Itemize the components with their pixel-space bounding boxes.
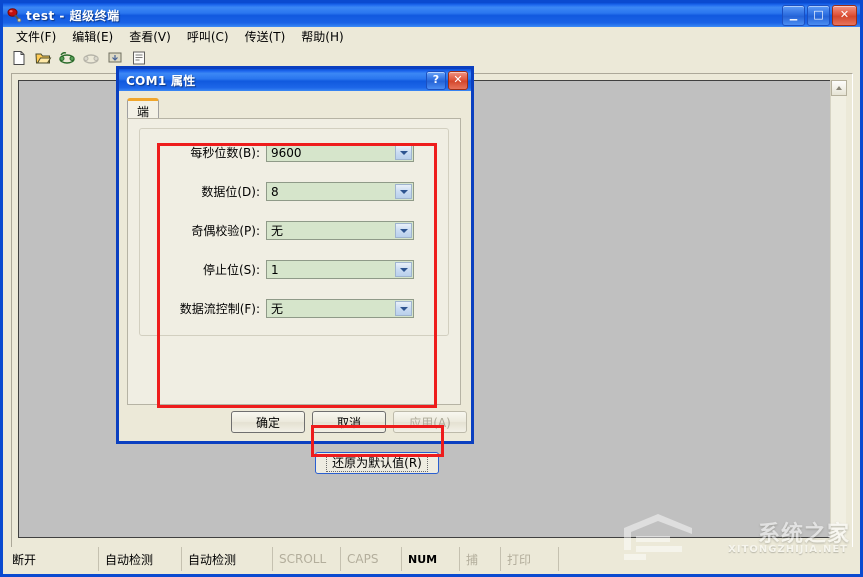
status-caps: CAPS	[341, 547, 402, 571]
terminal-vertical-scrollbar[interactable]	[830, 80, 847, 538]
label-parity: 奇偶校验(P):	[191, 224, 260, 238]
dialog-button-row: 确定 取消 应用(A)	[119, 411, 471, 433]
status-spacer	[559, 547, 857, 571]
window-title: test - 超级终端	[26, 8, 120, 23]
value-data-bits: 8	[271, 184, 279, 199]
combo-flow-control[interactable]: 无	[266, 299, 414, 318]
label-stop-bits: 停止位(S):	[202, 263, 260, 277]
status-scroll: SCROLL	[273, 547, 341, 571]
window-controls: _ □ ✕	[782, 5, 857, 26]
field-data-bits: 数据位(D): 8	[150, 182, 414, 201]
new-document-icon[interactable]	[8, 48, 30, 69]
status-autodetect-1: 自动检测	[99, 547, 182, 571]
com1-properties-dialog: COM1 属性 ? ✕ 端口设置 每秒位	[116, 66, 474, 474]
chevron-down-icon[interactable]	[395, 223, 412, 238]
open-folder-icon[interactable]	[32, 48, 54, 69]
menu-transfer[interactable]: 传送(T)	[238, 26, 295, 47]
help-icon: ?	[432, 73, 440, 86]
chevron-down-icon[interactable]	[395, 262, 412, 277]
dialog-close-button[interactable]: ✕	[448, 71, 468, 90]
combo-data-bits[interactable]: 8	[266, 182, 414, 201]
menu-file[interactable]: 文件(F)	[9, 26, 65, 47]
restore-defaults-label: 还原为默认值(R)	[326, 454, 428, 472]
cancel-button[interactable]: 取消	[312, 411, 386, 433]
dialog-body: 端口设置 每秒位数(B): 9600 数据位(D):	[119, 91, 471, 474]
chevron-down-icon[interactable]	[395, 301, 412, 316]
hyperterminal-window: test - 超级终端 _ □ ✕ 文件(F) 编辑(E) 查看(V) 呼叫(C…	[0, 0, 863, 577]
status-print: 打印	[501, 547, 559, 571]
minimize-button[interactable]: _	[782, 5, 805, 26]
status-autodetect-2: 自动检测	[182, 547, 273, 571]
field-bits-per-second: 每秒位数(B): 9600	[150, 143, 414, 162]
phone-hangup-icon	[80, 48, 102, 69]
maximize-button[interactable]: □	[807, 5, 830, 26]
dialog-title: COM1 属性	[126, 73, 196, 88]
phone-call-icon[interactable]	[56, 48, 78, 69]
hyperterminal-icon	[6, 7, 22, 23]
apply-button: 应用(A)	[393, 411, 467, 433]
close-icon: ✕	[839, 8, 850, 21]
status-connection: 断开	[6, 547, 99, 571]
status-capture: 捕	[460, 547, 501, 571]
menu-view[interactable]: 查看(V)	[122, 26, 180, 47]
value-parity: 无	[271, 224, 284, 238]
field-stop-bits: 停止位(S): 1	[150, 260, 414, 279]
chevron-up-icon	[836, 86, 842, 90]
value-bits-per-second: 9600	[271, 145, 302, 160]
label-bits-per-second: 每秒位数(B):	[190, 146, 260, 160]
dialog-help-button[interactable]: ?	[426, 71, 446, 90]
close-button[interactable]: ✕	[832, 5, 857, 26]
scroll-up-button[interactable]	[831, 80, 847, 96]
menu-call[interactable]: 呼叫(C)	[180, 26, 238, 47]
settings-groupbox: 每秒位数(B): 9600 数据位(D): 8 奇偶校验(P): 无 停止位(S…	[139, 128, 449, 336]
chevron-down-icon[interactable]	[395, 184, 412, 199]
chevron-down-icon[interactable]	[395, 145, 412, 160]
label-flow-control: 数据流控制(F):	[179, 302, 260, 316]
restore-defaults-button[interactable]: 还原为默认值(R)	[315, 452, 439, 474]
dialog-titlebar[interactable]: COM1 属性 ? ✕	[119, 69, 471, 91]
label-data-bits: 数据位(D):	[201, 185, 260, 199]
menu-help[interactable]: 帮助(H)	[294, 26, 352, 47]
app-root: test - 超级终端 _ □ ✕ 文件(F) 编辑(E) 查看(V) 呼叫(C…	[0, 0, 863, 577]
combo-stop-bits[interactable]: 1	[266, 260, 414, 279]
ok-button[interactable]: 确定	[231, 411, 305, 433]
menubar: 文件(F) 编辑(E) 查看(V) 呼叫(C) 传送(T) 帮助(H)	[3, 27, 860, 46]
maximize-icon: □	[813, 8, 824, 21]
status-num: NUM	[402, 547, 460, 571]
close-icon: ✕	[453, 73, 463, 86]
window-titlebar[interactable]: test - 超级终端 _ □ ✕	[3, 3, 860, 27]
combo-parity[interactable]: 无	[266, 221, 414, 240]
statusbar: 断开 自动检测 自动检测 SCROLL CAPS NUM 捕 打印	[6, 547, 857, 571]
value-stop-bits: 1	[271, 262, 279, 277]
field-flow-control: 数据流控制(F): 无	[150, 299, 414, 318]
tab-page-port-settings: 每秒位数(B): 9600 数据位(D): 8 奇偶校验(P): 无 停止位(S…	[127, 118, 461, 405]
combo-bits-per-second[interactable]: 9600	[266, 143, 414, 162]
field-parity: 奇偶校验(P): 无	[150, 221, 414, 240]
menu-edit[interactable]: 编辑(E)	[65, 26, 122, 47]
value-flow-control: 无	[271, 302, 284, 316]
dialog-window-controls: ? ✕	[426, 71, 468, 90]
minimize-icon: _	[789, 3, 798, 21]
